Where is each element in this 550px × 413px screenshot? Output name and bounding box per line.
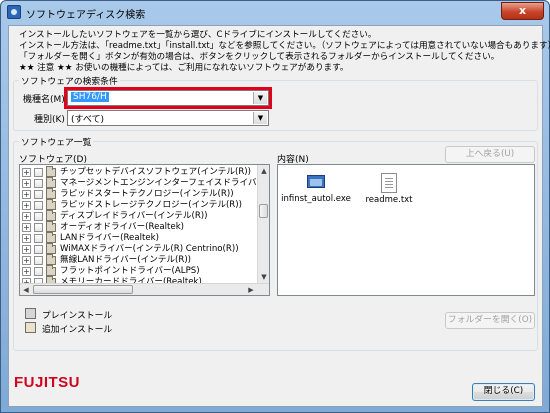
expand-icon[interactable]: + <box>22 168 31 177</box>
text-file-icon <box>381 173 397 193</box>
expand-icon[interactable]: + <box>22 234 31 243</box>
checkbox[interactable] <box>34 168 43 177</box>
list-group-title: ソフトウェア一覧 <box>19 135 94 148</box>
folder-icon <box>46 177 56 188</box>
expand-icon[interactable]: + <box>22 267 31 276</box>
window-close-button[interactable]: x <box>501 2 544 20</box>
type-select[interactable]: (すべて) ▼ <box>67 110 269 126</box>
checkbox[interactable] <box>34 212 43 221</box>
tree-item[interactable]: + LANドライバー(Realtek) <box>20 232 258 244</box>
up-button[interactable]: 上へ戻る(U) <box>445 146 535 163</box>
model-label: 機種名(M) <box>23 95 65 105</box>
scroll-thumb[interactable] <box>259 204 268 218</box>
scroll-up-icon[interactable]: ▲ <box>258 165 269 177</box>
expand-icon[interactable]: + <box>22 245 31 254</box>
checkbox[interactable] <box>34 223 43 232</box>
tree-item[interactable]: + オーディオドライバー(Realtek) <box>20 221 258 233</box>
search-group-title: ソフトウェアの検索条件 <box>19 74 120 87</box>
expand-icon[interactable]: + <box>22 223 31 232</box>
content-pane[interactable]: infinst_autol.exe readme.txt <box>277 164 535 296</box>
instruction-line: 「フォルダーを開く」ボタンが有効の場合は、ボタンをクリックして表示されるフォルダ… <box>19 52 500 62</box>
checkbox[interactable] <box>34 234 43 243</box>
checkbox[interactable] <box>34 245 43 254</box>
scroll-down-icon[interactable]: ▼ <box>258 271 269 283</box>
tree-item[interactable]: + フラットポイントドライバー(ALPS) <box>20 265 258 277</box>
title-bar[interactable]: ソフトウェアディスク検索 x <box>1 1 549 23</box>
additional-install-icon <box>25 322 36 333</box>
expand-icon[interactable]: + <box>22 190 31 199</box>
folder-icon <box>46 232 56 243</box>
folder-icon <box>46 254 56 265</box>
client-area: インストールしたいソフトウェアを一覧から選び、Cドライブにインストールしてくださ… <box>8 25 550 407</box>
instruction-line: インストール方法は、「readme.txt」「install.txt」などを参照… <box>19 41 550 51</box>
tree-item[interactable]: + ラピッドストレージテクノロジー(インテル(R)) <box>20 199 258 211</box>
tree-item[interactable]: + ディスプレイドライバー(インテル(R)) <box>20 210 258 222</box>
fujitsu-logo: FUJITSU <box>14 374 81 391</box>
folder-icon <box>46 265 56 276</box>
chevron-down-icon[interactable]: ▼ <box>253 112 267 124</box>
close-button[interactable]: 閉じる(C) <box>472 383 535 401</box>
preinstall-icon <box>25 308 36 319</box>
file-name: infinst_autol.exe <box>281 194 351 204</box>
tree-item[interactable]: +マネージメントエンジンインターフェイスドライバー(インテル <box>20 177 269 189</box>
tree-item[interactable]: + WiMAXドライバー(インテル(R) Centrino(R)) <box>20 243 258 255</box>
tree-item[interactable]: + チップセットデバイスソフトウェア(インテル(R)) <box>20 166 258 178</box>
tree-horizontal-scrollbar[interactable]: ◀ ▶ <box>20 283 269 295</box>
folder-icon <box>46 166 56 177</box>
file-name: readme.txt <box>365 195 413 205</box>
app-window: ソフトウェアディスク検索 x インストールしたいソフトウェアを一覧から選び、Cド… <box>0 0 550 413</box>
tree-item[interactable]: + ラピッドスタートテクノロジー(インテル(R)) <box>20 188 258 200</box>
exe-icon <box>305 173 327 191</box>
model-value: SH76/H <box>71 92 109 102</box>
app-icon <box>7 5 21 19</box>
folder-icon <box>46 221 56 232</box>
type-label: 種別(K) <box>34 115 65 125</box>
open-folder-button[interactable]: フォルダーを開く(O) <box>445 312 535 329</box>
expand-icon[interactable]: + <box>22 256 31 265</box>
checkbox[interactable] <box>34 179 43 188</box>
checkbox[interactable] <box>34 267 43 276</box>
expand-icon[interactable]: + <box>22 201 31 210</box>
folder-icon <box>46 199 56 210</box>
tree-vertical-scrollbar[interactable]: ▲ ▼ <box>257 165 269 283</box>
file-item[interactable]: infinst_autol.exe <box>281 173 351 204</box>
instruction-line: ★★ 注意 ★★ お使いの機種によっては、ご利用になれないソフトウェアがあります… <box>19 63 349 73</box>
expand-icon[interactable]: + <box>22 179 31 188</box>
scroll-right-icon[interactable]: ▶ <box>245 284 257 295</box>
checkbox[interactable] <box>34 256 43 265</box>
scroll-left-icon[interactable]: ◀ <box>20 284 32 295</box>
expand-icon[interactable]: + <box>22 212 31 221</box>
chevron-down-icon[interactable]: ▼ <box>253 92 267 104</box>
window-title: ソフトウェアディスク検索 <box>26 10 146 21</box>
folder-icon <box>46 243 56 254</box>
folder-icon <box>46 210 56 221</box>
model-select[interactable]: SH76/H ▼ <box>67 90 269 106</box>
type-value: (すべて) <box>71 115 105 125</box>
instruction-line: インストールしたいソフトウェアを一覧から選び、Cドライブにインストールしてくださ… <box>19 30 377 40</box>
file-item[interactable]: readme.txt <box>354 173 424 205</box>
checkbox[interactable] <box>34 190 43 199</box>
folder-icon <box>46 188 56 199</box>
tree-item[interactable]: + 無線LANドライバー(インテル(R)) <box>20 254 258 266</box>
scroll-thumb[interactable] <box>33 285 133 294</box>
software-tree[interactable]: + チップセットデバイスソフトウェア(インテル(R)) + マネージメントエンジンイ… <box>19 164 270 296</box>
checkbox[interactable] <box>34 201 43 210</box>
instructions: インストールしたいソフトウェアを一覧から選び、Cドライブにインストールしてくださ… <box>19 30 550 74</box>
